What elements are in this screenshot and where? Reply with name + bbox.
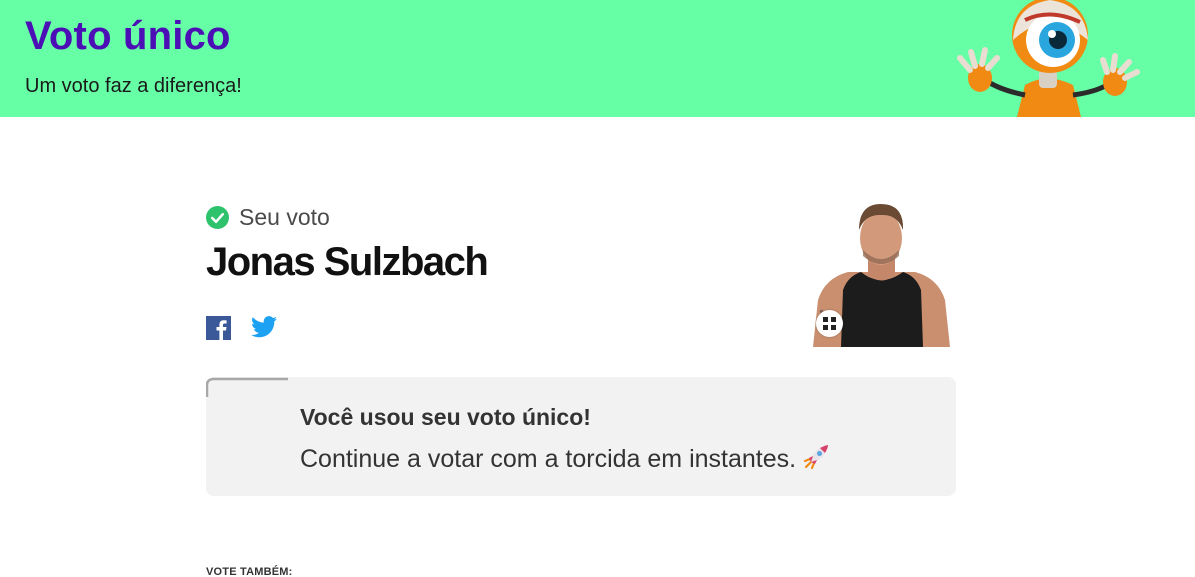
check-circle-icon [206, 206, 229, 229]
facebook-icon[interactable] [206, 316, 231, 340]
rocket-icon [803, 445, 829, 470]
notice-title: Você usou seu voto único! [300, 404, 591, 430]
notice-corner-decoration [206, 377, 288, 397]
page-header: Voto único Um voto faz a diferença! [0, 0, 1195, 117]
participant-name: Jonas Sulzbach [206, 240, 489, 284]
vote-label: Seu voto [239, 204, 330, 230]
notice-body: Continue a votar com a torcida em instan… [300, 443, 830, 474]
twitter-icon[interactable] [251, 316, 277, 338]
vote-summary: Seu voto Jonas Sulzbach [206, 200, 956, 350]
notice-body-text: Continue a votar com a torcida em instan… [300, 445, 797, 473]
vote-also-label: VOTE TAMBÉM: [206, 566, 293, 577]
expand-icon [823, 317, 836, 330]
expand-photo-button[interactable] [816, 310, 843, 337]
page-subtitle: Um voto faz a diferença! [25, 75, 242, 97]
vote-used-notice: Você usou seu voto único! Continue a vot… [206, 377, 956, 496]
big-brother-eye-mascot-icon [957, 0, 1140, 117]
page-title: Voto único [25, 14, 231, 58]
